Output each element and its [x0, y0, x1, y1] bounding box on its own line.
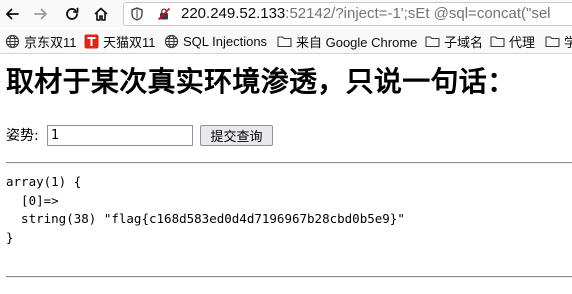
var-dump-output: array(1) { [0]=> string(38) "flag{c168d5…: [6, 173, 405, 247]
bookmark-folder-google-chrome[interactable]: 来自 Google Chrome: [277, 33, 417, 50]
page-heading: 取材于某次真实环境渗透，只说一句话：: [6, 65, 516, 98]
globe-icon: [5, 34, 20, 49]
url-text[interactable]: 220.249.52.133:52142/?inject=-1';sEt @sq…: [181, 5, 551, 23]
back-button[interactable]: [0, 3, 24, 25]
dump-line: array(1) {: [6, 174, 82, 189]
forward-button[interactable]: [29, 3, 53, 25]
bookmark-folder-study[interactable]: 学: [545, 33, 572, 50]
globe-icon: [164, 34, 179, 49]
bookmark-tmall[interactable]: 天猫双11: [84, 33, 156, 50]
horizontal-rule: [6, 276, 572, 278]
submit-button[interactable]: 提交查询: [200, 125, 273, 146]
bookmark-sql-injections[interactable]: SQL Injections: [164, 33, 267, 50]
browser-nav-bar: 220.249.52.133:52142/?inject=-1';sEt @sq…: [0, 0, 572, 28]
url-host: 220.249.52.133: [181, 5, 286, 22]
bookmark-label: 天猫双11: [103, 35, 156, 50]
bookmark-label: 来自 Google Chrome: [296, 35, 418, 50]
home-icon: [94, 7, 108, 21]
bookmark-label: 京东双11: [24, 35, 77, 50]
bookmark-jd[interactable]: 京东双11: [5, 33, 77, 50]
bookmark-folder-subdomain[interactable]: 子域名: [425, 33, 483, 50]
back-arrow-icon: [6, 8, 19, 20]
insecure-lock-icon[interactable]: [157, 7, 171, 21]
address-bar[interactable]: 220.249.52.133:52142/?inject=-1';sEt @sq…: [123, 2, 572, 26]
folder-icon: [277, 36, 292, 48]
home-button[interactable]: [89, 3, 113, 25]
forward-arrow-icon: [34, 8, 47, 20]
url-path: :52142/?inject=-1';sEt @sql=concat("sel: [285, 5, 551, 22]
form-label: 姿势:: [6, 128, 39, 144]
reload-button[interactable]: [60, 3, 84, 25]
tmall-icon: [84, 34, 99, 49]
bookmarks-toolbar: 京东双11 天猫双11 SQL Injections 来自 Google Chr…: [0, 29, 572, 54]
bookmark-label: 学: [564, 32, 572, 51]
folder-icon: [490, 36, 505, 48]
folder-icon: [545, 36, 560, 48]
dump-line-flag: string(38) "flag{c168d583ed0d4d7196967b2…: [6, 211, 405, 226]
inject-input[interactable]: [47, 125, 193, 146]
bookmark-label: 子域名: [444, 35, 484, 50]
horizontal-rule: [6, 162, 572, 164]
shield-icon[interactable]: [130, 7, 144, 21]
bookmark-label: 代理: [509, 35, 536, 50]
reload-icon: [66, 7, 79, 20]
dump-line: [0]=>: [6, 192, 59, 208]
dump-line: }: [6, 229, 14, 245]
bookmark-label: SQL Injections: [183, 34, 268, 49]
folder-icon: [425, 36, 440, 48]
bookmark-folder-proxy[interactable]: 代理: [490, 33, 535, 50]
